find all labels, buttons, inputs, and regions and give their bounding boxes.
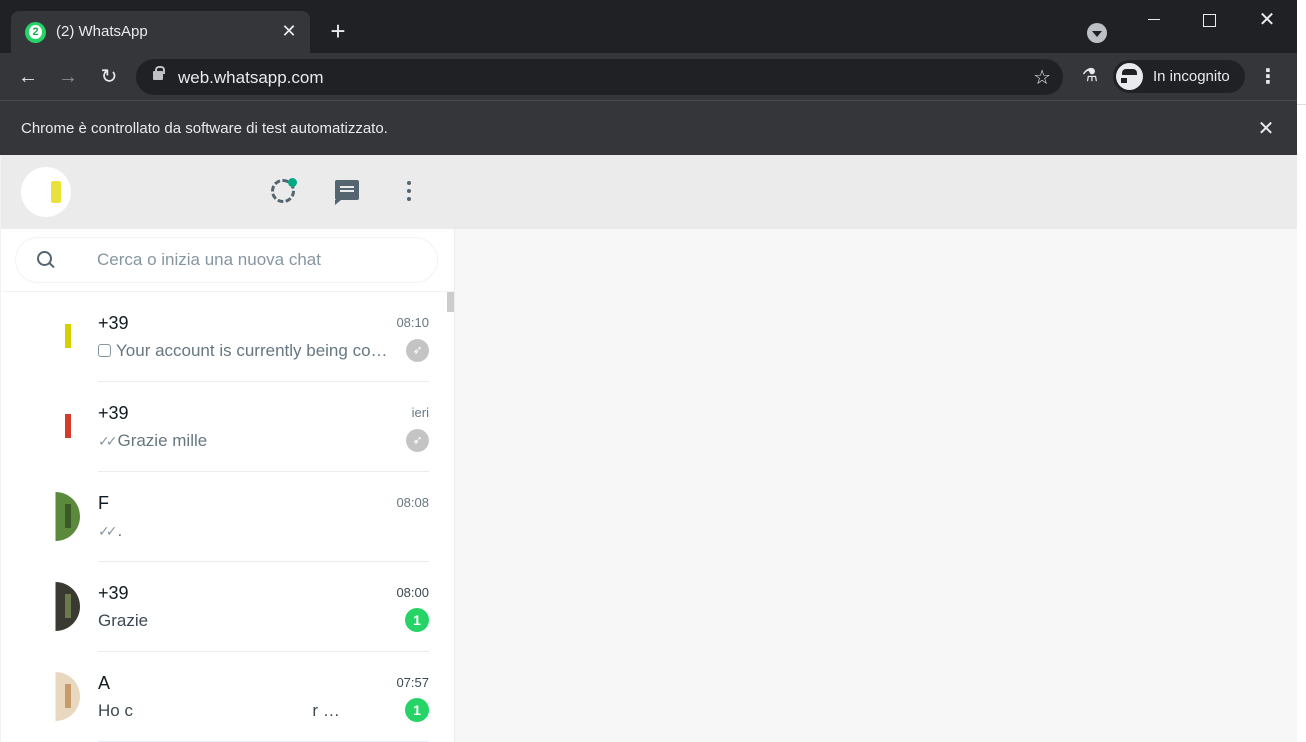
chat-avatar bbox=[31, 582, 80, 631]
double-check-icon: ✓✓ bbox=[98, 523, 118, 539]
chat-time: 08:00 bbox=[396, 585, 429, 600]
search-input[interactable] bbox=[97, 248, 417, 272]
minimize-button[interactable] bbox=[1142, 8, 1166, 32]
window-close-button[interactable]: ✕ bbox=[1255, 8, 1279, 32]
profile-avatar[interactable] bbox=[21, 167, 71, 217]
chat-name: A bbox=[98, 673, 111, 693]
tab-search-icon[interactable] bbox=[1087, 23, 1107, 43]
reload-button[interactable]: ↻ bbox=[95, 63, 123, 91]
incognito-icon bbox=[1116, 63, 1150, 90]
chat-avatar bbox=[31, 492, 80, 541]
right-edge bbox=[1297, 0, 1306, 742]
chat-name: +39 bbox=[98, 583, 129, 603]
address-bar[interactable]: web.whatsapp.com ☆ bbox=[136, 59, 1063, 95]
chat-row[interactable]: +39 ieri ✓✓ Grazie mille ➶ bbox=[1, 382, 447, 472]
infobar-message: Chrome è controllato da software di test… bbox=[21, 120, 388, 137]
incognito-label: In incognito bbox=[1153, 68, 1230, 85]
chat-preview: Ho c r … bbox=[98, 701, 398, 721]
status-icon[interactable] bbox=[269, 177, 299, 207]
chat-avatar bbox=[31, 672, 80, 721]
chat-preview-text: Grazie mille bbox=[117, 431, 208, 450]
automation-infobar: Chrome è controllato da software di test… bbox=[0, 100, 1297, 155]
chat-time: 07:57 bbox=[396, 675, 429, 690]
pin-icon: ➶ bbox=[406, 429, 429, 452]
chat-preview: Grazie bbox=[98, 611, 398, 631]
bookmark-star-icon[interactable]: ☆ bbox=[1033, 65, 1051, 90]
new-chat-icon[interactable] bbox=[332, 177, 362, 207]
chat-time: ieri bbox=[411, 405, 429, 420]
menu-dots-icon[interactable] bbox=[394, 177, 424, 207]
chat-name: +39 bbox=[98, 313, 129, 333]
maximize-button[interactable] bbox=[1197, 8, 1221, 32]
chat-row[interactable]: +39 08:10 Your account is currently being … bbox=[1, 292, 447, 382]
chat-preview: ✓✓ Grazie mille bbox=[98, 431, 398, 451]
pending-clock-icon bbox=[98, 344, 111, 357]
infobar-close-icon[interactable]: ✕ bbox=[1254, 116, 1278, 141]
tab-strip: 2 (2) WhatsApp ✕ + ✕ bbox=[0, 0, 1297, 53]
browser-toolbar: ← → ↻ web.whatsapp.com ☆ ⚗ In incognito … bbox=[0, 53, 1297, 100]
chat-preview-text: Your account is currently being co… bbox=[116, 341, 388, 360]
tab-title: (2) WhatsApp bbox=[56, 23, 148, 40]
chat-preview: Your account is currently being co… bbox=[98, 341, 398, 361]
url-text[interactable]: web.whatsapp.com bbox=[178, 68, 324, 88]
incognito-badge[interactable]: In incognito bbox=[1113, 60, 1245, 93]
whatsapp-favicon-icon: 2 bbox=[25, 22, 46, 43]
unread-badge: 1 bbox=[405, 608, 429, 632]
browser-menu-button[interactable]: ⋮ bbox=[1258, 65, 1278, 89]
conversation-placeholder bbox=[454, 229, 1297, 742]
browser-window: 2 (2) WhatsApp ✕ + ✕ ← → ↻ web.whatsapp.… bbox=[0, 0, 1297, 742]
labs-flask-icon[interactable]: ⚗ bbox=[1078, 65, 1102, 89]
chat-row[interactable]: +39 08:00 Grazie 1 bbox=[1, 562, 447, 652]
chat-row[interactable]: A 07:57 Ho c r … 1 bbox=[1, 652, 447, 742]
chat-preview-text: . bbox=[117, 521, 123, 540]
chat-time: 08:10 bbox=[396, 315, 429, 330]
forward-button[interactable]: → bbox=[54, 63, 82, 91]
double-check-icon: ✓✓ bbox=[98, 433, 118, 449]
favicon-badge: 2 bbox=[29, 25, 42, 39]
tab-whatsapp[interactable]: 2 (2) WhatsApp ✕ bbox=[11, 11, 310, 53]
tab-close-icon[interactable]: ✕ bbox=[278, 20, 300, 42]
chat-row[interactable]: F 08:08 ✓✓. bbox=[1, 472, 447, 562]
new-tab-button[interactable]: + bbox=[326, 18, 350, 44]
search-icon[interactable] bbox=[36, 250, 56, 270]
chat-preview-text: Ho c r … bbox=[98, 701, 340, 720]
chat-avatar bbox=[31, 312, 80, 361]
unread-badge: 1 bbox=[405, 698, 429, 722]
lock-icon[interactable] bbox=[153, 66, 165, 80]
whatsapp-app: +39 08:10 Your account is currently being … bbox=[1, 155, 1297, 742]
chat-name: +39 bbox=[98, 403, 129, 423]
chat-time: 08:08 bbox=[396, 495, 429, 510]
chat-preview: ✓✓. bbox=[98, 521, 398, 541]
search-bar bbox=[1, 229, 454, 291]
search-box[interactable] bbox=[16, 238, 437, 282]
chat-list-scrollbar[interactable] bbox=[447, 292, 454, 312]
chat-list: +39 08:10 Your account is currently being … bbox=[1, 291, 454, 742]
chat-preview-text: Grazie bbox=[98, 611, 149, 630]
chat-name: F bbox=[98, 493, 109, 513]
sidebar-header bbox=[1, 155, 1297, 229]
pin-icon: ➶ bbox=[406, 339, 429, 362]
back-button[interactable]: ← bbox=[14, 63, 42, 91]
chat-avatar bbox=[31, 402, 80, 451]
